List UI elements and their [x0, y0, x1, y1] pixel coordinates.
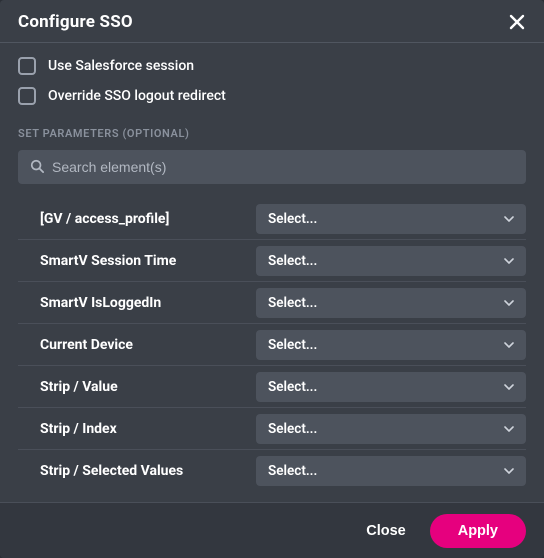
chevron-down-icon: [504, 342, 514, 348]
parameters-list: [GV / access_profile] Select... SmartV S…: [18, 198, 526, 502]
chevron-down-icon: [504, 258, 514, 264]
param-row: Strip / Index Select...: [18, 408, 526, 450]
modal-body: Use Salesforce session Override SSO logo…: [0, 43, 544, 502]
close-icon[interactable]: [508, 13, 526, 31]
chevron-down-icon: [504, 216, 514, 222]
checkbox-label: Use Salesforce session: [48, 58, 194, 74]
checkbox-override-sso-logout[interactable]: Override SSO logout redirect: [18, 87, 526, 105]
select-value: Select...: [268, 421, 317, 437]
param-select[interactable]: Select...: [256, 414, 526, 444]
param-select[interactable]: Select...: [256, 456, 526, 486]
configure-sso-modal: Configure SSO Use Salesforce session Ove…: [0, 0, 544, 558]
param-row: [GV / access_profile] Select...: [18, 198, 526, 240]
apply-button[interactable]: Apply: [430, 514, 526, 548]
select-value: Select...: [268, 379, 317, 395]
param-select[interactable]: Select...: [256, 204, 526, 234]
search-wrap: [18, 150, 526, 184]
chevron-down-icon: [504, 384, 514, 390]
param-label: Strip / Selected Values: [40, 463, 240, 479]
param-select[interactable]: Select...: [256, 246, 526, 276]
chevron-down-icon: [504, 426, 514, 432]
close-button[interactable]: Close: [360, 515, 412, 547]
param-select[interactable]: Select...: [256, 330, 526, 360]
param-row: Strip / Selected Values Select...: [18, 450, 526, 492]
chevron-down-icon: [504, 300, 514, 306]
param-row: SmartV Session Time Select...: [18, 240, 526, 282]
param-label: [GV / access_profile]: [40, 211, 240, 227]
param-row: Current Device Select...: [18, 324, 526, 366]
param-select[interactable]: Select...: [256, 288, 526, 318]
param-label: Current Device: [40, 337, 240, 353]
checkbox-use-salesforce-session[interactable]: Use Salesforce session: [18, 57, 526, 75]
param-select[interactable]: Select...: [256, 372, 526, 402]
select-value: Select...: [268, 337, 317, 353]
select-value: Select...: [268, 463, 317, 479]
modal-header: Configure SSO: [0, 0, 544, 43]
select-value: Select...: [268, 253, 317, 269]
param-label: Strip / Index: [40, 421, 240, 437]
param-label: SmartV Session Time: [40, 253, 240, 269]
select-value: Select...: [268, 211, 317, 227]
section-label-set-parameters: SET PARAMETERS (OPTIONAL): [18, 127, 526, 140]
checkbox-label: Override SSO logout redirect: [48, 88, 226, 104]
chevron-down-icon: [504, 468, 514, 474]
checkbox-icon: [18, 87, 36, 105]
search-icon: [30, 158, 44, 177]
param-label: Strip / Value: [40, 379, 240, 395]
param-label: SmartV IsLoggedIn: [40, 295, 240, 311]
modal-title: Configure SSO: [18, 12, 133, 32]
param-row: Strip / Value Select...: [18, 366, 526, 408]
param-row: SmartV IsLoggedIn Select...: [18, 282, 526, 324]
select-value: Select...: [268, 295, 317, 311]
checkbox-icon: [18, 57, 36, 75]
modal-footer: Close Apply: [0, 502, 544, 558]
search-input[interactable]: [52, 159, 514, 175]
